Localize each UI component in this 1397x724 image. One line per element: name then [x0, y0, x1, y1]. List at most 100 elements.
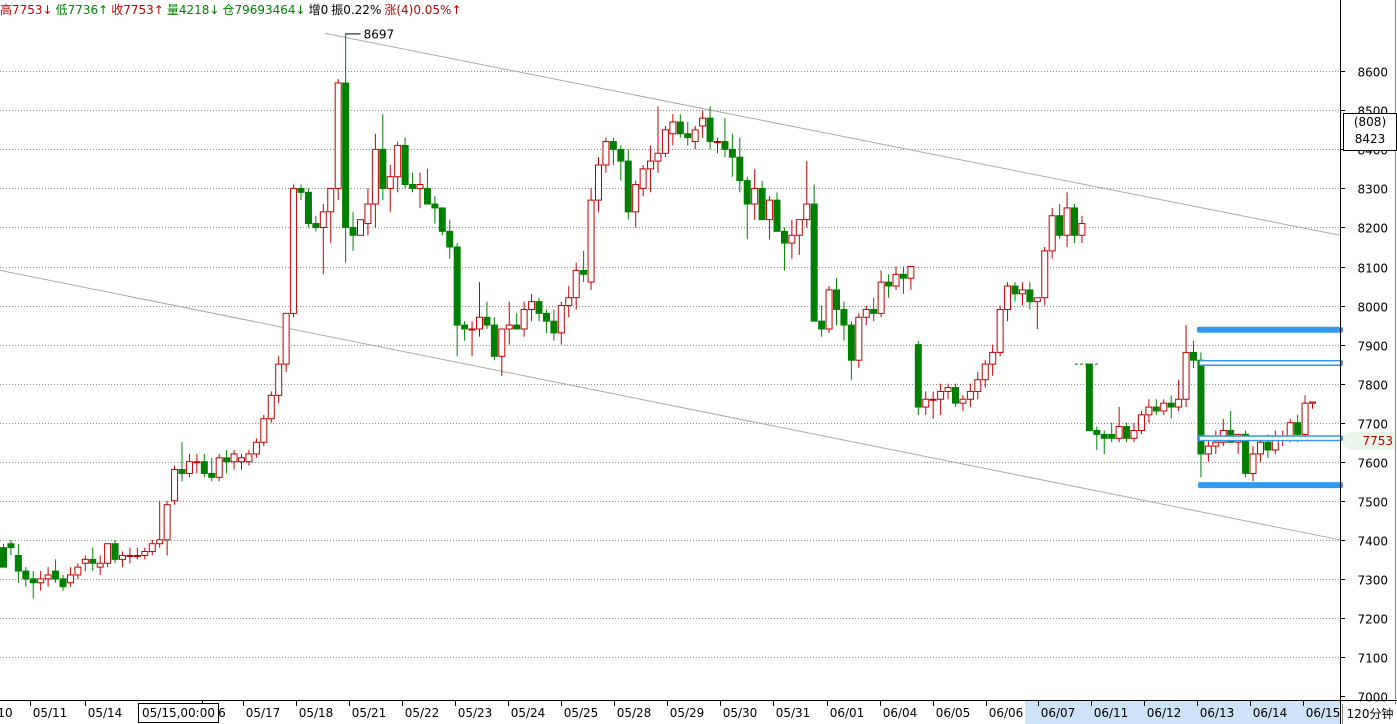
candle-body: [1078, 223, 1086, 236]
candle-body: [304, 191, 312, 225]
price-zone: [1198, 482, 1343, 489]
candle: [1182, 325, 1190, 408]
x-tick-label: 06/04: [883, 706, 918, 720]
candle: [654, 106, 662, 173]
candle-body: [892, 273, 900, 287]
candle-body: [275, 363, 283, 396]
x-tick-label: 05/22: [405, 706, 440, 720]
candle: [245, 450, 253, 466]
candle: [66, 567, 74, 587]
candle: [1204, 438, 1212, 462]
candle: [870, 297, 878, 322]
candle-body: [743, 180, 751, 205]
candle-body: [959, 398, 967, 404]
candle-body: [833, 289, 840, 310]
candle: [1041, 246, 1049, 306]
candle-body: [290, 187, 298, 314]
candle-body: [1160, 402, 1168, 412]
candle-body: [520, 308, 528, 330]
candle: [37, 571, 45, 591]
x-tick-label: 06/01: [830, 706, 865, 720]
candle: [215, 453, 223, 482]
candle-body: [357, 219, 364, 236]
candle-body: [371, 148, 379, 205]
candle: [1108, 422, 1116, 443]
candle-body: [327, 187, 335, 213]
candle-body: [758, 187, 766, 221]
candle: [1160, 399, 1168, 415]
candle: [290, 184, 298, 318]
candle-body: [773, 199, 781, 232]
candle: [446, 219, 454, 259]
candle: [1137, 410, 1145, 435]
candle-body: [795, 219, 803, 236]
candle-body: [423, 187, 431, 205]
candle-body: [1249, 453, 1257, 474]
candle-body: [245, 453, 253, 463]
candle-body: [944, 387, 952, 392]
candle: [119, 551, 126, 568]
x-tick-label: 06/11: [1094, 706, 1129, 720]
candle-body: [416, 184, 424, 189]
candle-body: [119, 554, 126, 560]
candle: [952, 383, 959, 408]
candle-body: [438, 207, 446, 232]
candle: [409, 172, 417, 193]
candle: [1197, 352, 1205, 478]
candle-body: [37, 578, 45, 584]
candle: [334, 79, 342, 201]
candle: [922, 391, 930, 415]
candle: [899, 266, 907, 294]
candle: [565, 286, 573, 318]
candle-body: [297, 187, 305, 193]
candle: [394, 141, 402, 193]
candle: [572, 262, 580, 310]
candle: [847, 321, 855, 380]
candle: [810, 184, 818, 322]
candle: [364, 188, 372, 236]
x-tick-label: 06/15: [1306, 706, 1341, 720]
candle: [609, 137, 617, 165]
period-selector[interactable]: 120分钟: [1342, 704, 1397, 724]
candle: [357, 219, 364, 236]
candle-body: [654, 152, 662, 162]
candle-body: [691, 129, 699, 143]
candle-body: [877, 281, 885, 314]
candle: [371, 133, 379, 228]
candle: [780, 227, 788, 271]
candle-body: [1093, 429, 1101, 435]
candle-body: [714, 141, 721, 144]
candle: [714, 137, 721, 154]
candle-body: [937, 390, 945, 400]
candle: [721, 118, 729, 158]
candle-body: [550, 320, 558, 334]
candle-body: [379, 148, 387, 189]
candle: [185, 453, 193, 478]
candle-body: [171, 469, 179, 502]
candle: [423, 168, 431, 205]
candle-body: [639, 168, 647, 189]
candle: [528, 293, 536, 322]
x-tick-label: 06/13: [1200, 706, 1235, 720]
candle: [728, 133, 736, 177]
candle: [676, 114, 684, 138]
candle: [252, 438, 260, 458]
candle-body: [1309, 401, 1316, 404]
candle: [1033, 297, 1041, 329]
candle: [461, 321, 469, 341]
candle-body: [453, 246, 461, 326]
candle: [275, 356, 283, 404]
candle-body: [208, 472, 216, 478]
x-tick-label: 6: [218, 706, 226, 720]
candle-body: [669, 121, 677, 135]
candle: [1063, 192, 1071, 247]
candle-body: [1085, 363, 1093, 431]
candle-body: [1100, 433, 1108, 439]
candle-body: [1041, 250, 1049, 299]
candle: [557, 301, 565, 345]
x-tick-label: 05/23: [458, 706, 493, 720]
candle: [386, 164, 394, 212]
candle: [818, 305, 826, 337]
candle-body: [111, 543, 119, 560]
high-value: 高7753↓: [0, 3, 53, 17]
